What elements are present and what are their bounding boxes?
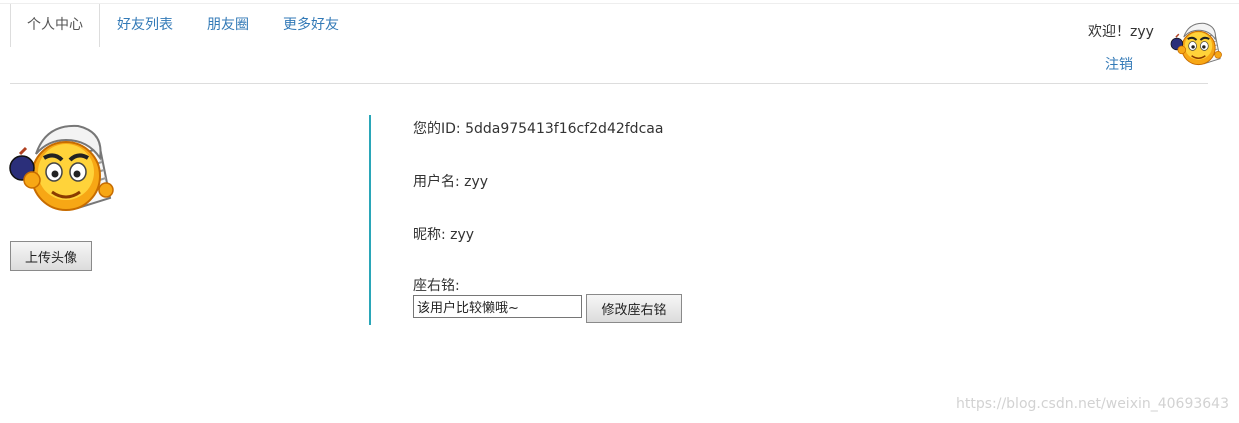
logout-link[interactable]: 注销	[1105, 54, 1133, 74]
watermark: https://blog.csdn.net/weixin_40693643	[955, 396, 1229, 412]
tab-personal-center[interactable]: 个人中心	[10, 4, 100, 47]
avatar[interactable]	[1170, 18, 1224, 68]
tab-more-friends[interactable]: 更多好友	[266, 4, 356, 47]
upload-avatar-button[interactable]: 上传头像	[10, 241, 92, 271]
username: 用户名: zyy	[413, 174, 489, 190]
nickname: 昵称: zyy	[413, 227, 475, 243]
tab-moments[interactable]: 朋友圈	[190, 4, 266, 47]
welcome-text: 欢迎！zyy	[1088, 24, 1154, 40]
update-motto-button[interactable]: 修改座右铭	[586, 294, 682, 323]
nav-tabs: 个人中心 好友列表 朋友圈 更多好友	[10, 4, 356, 47]
motto-label: 座右铭:	[413, 278, 460, 294]
section-divider	[369, 115, 371, 325]
user-id: 您的ID: 5dda975413f16cf2d42fdcaa	[413, 121, 664, 137]
motto-input[interactable]	[413, 295, 582, 318]
tab-friends-list[interactable]: 好友列表	[100, 4, 190, 47]
header-divider	[10, 83, 1208, 84]
profile-avatar-image	[9, 124, 114, 211]
